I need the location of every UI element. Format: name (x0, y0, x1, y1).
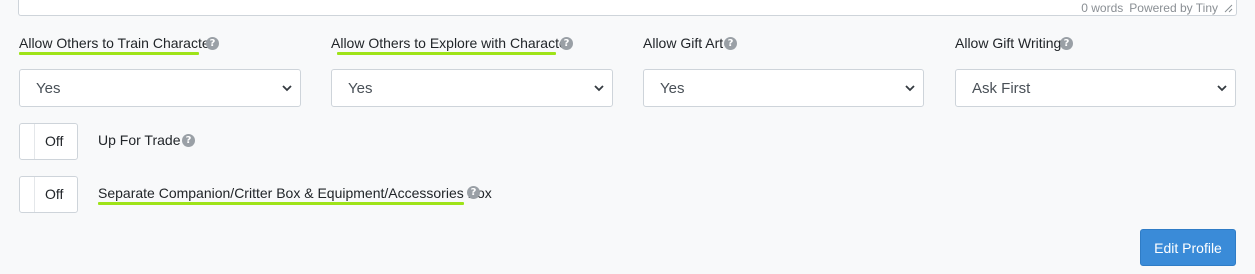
chevron-down-icon (282, 85, 292, 92)
edit-profile-button[interactable]: Edit Profile (1140, 229, 1236, 266)
help-icon[interactable]: ? (560, 37, 573, 50)
allow-gift-writing-label: Allow Gift Writing (955, 35, 1062, 51)
separate-box-toggle[interactable]: Off (19, 176, 78, 213)
up-for-trade-label: Up For Trade (98, 132, 181, 148)
allow-explore-select[interactable]: Yes (331, 69, 613, 107)
highlight-underline (19, 52, 199, 55)
rich-text-editor-statusbar: 0 words Powered by Tiny (18, 0, 1237, 16)
powered-by-tiny-link[interactable]: Powered by Tiny (1129, 1, 1218, 15)
chevron-down-icon (1217, 85, 1227, 92)
up-for-trade-toggle[interactable]: Off (19, 123, 78, 160)
allow-train-select[interactable]: Yes (19, 69, 301, 107)
help-icon[interactable]: ? (182, 134, 195, 147)
chevron-down-icon (905, 85, 915, 92)
help-icon[interactable]: ? (1060, 37, 1073, 50)
word-count: 0 words (1081, 1, 1124, 15)
resize-grip-icon[interactable] (1223, 3, 1233, 13)
up-for-trade-state: Off (45, 133, 64, 149)
allow-gift-writing-value: Ask First (972, 80, 1031, 97)
allow-train-label: Allow Others to Train Character (19, 35, 215, 51)
toggle-knob (20, 124, 35, 159)
toggle-knob (20, 177, 35, 212)
allow-explore-label: Allow Others to Explore with Character (331, 35, 572, 51)
chevron-down-icon (594, 85, 604, 92)
allow-explore-value: Yes (348, 80, 373, 97)
highlight-underline (337, 52, 556, 55)
allow-gift-art-value: Yes (660, 80, 685, 97)
help-icon[interactable]: ? (467, 186, 480, 199)
allow-gift-art-label: Allow Gift Art (643, 35, 724, 51)
allow-gift-writing-select[interactable]: Ask First (955, 69, 1236, 107)
editor-status: 0 words Powered by Tiny (1081, 1, 1218, 15)
help-icon[interactable]: ? (724, 37, 737, 50)
help-icon[interactable]: ? (206, 37, 219, 50)
highlight-underline (98, 202, 464, 205)
allow-train-value: Yes (36, 80, 61, 97)
separate-box-state: Off (45, 186, 64, 202)
separate-box-label: Separate Companion/Critter Box & Equipme… (98, 185, 492, 201)
allow-gift-art-select[interactable]: Yes (643, 69, 924, 107)
